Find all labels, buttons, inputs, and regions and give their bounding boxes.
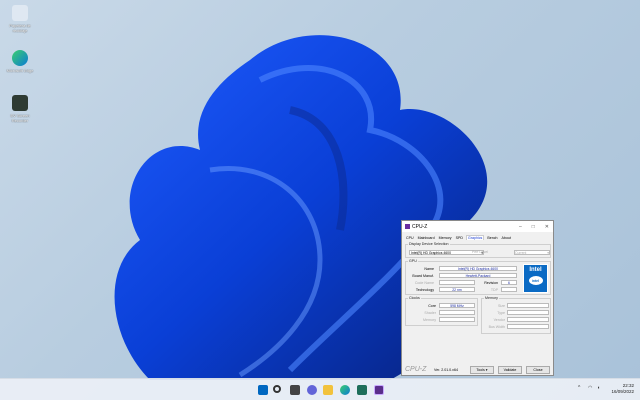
tab-bar: CPU Mainboard Memory SPD Graphics Bench … [402, 232, 553, 240]
board-field: Hewlett-Packard [439, 273, 517, 278]
wifi-icon[interactable]: ◠ [588, 385, 592, 391]
minimize-button[interactable]: – [519, 224, 522, 230]
gpu-name-field: Intel(R) HD Graphics 4600 [439, 266, 517, 271]
store-icon[interactable] [357, 385, 367, 395]
search-icon[interactable] [273, 385, 281, 393]
desktop-icon-recycle-bin[interactable]: Papelera de reciclaje [2, 5, 38, 33]
bus-width-field [507, 324, 549, 329]
display-selection-group: Display Device Selection Intel(R) HD Gra… [405, 242, 551, 258]
validate-button[interactable]: Validate [498, 366, 522, 374]
tab-memory[interactable]: Memory [438, 236, 453, 240]
task-view-icon[interactable] [290, 385, 300, 395]
cpuz-app-icon [405, 224, 410, 229]
tab-cpu[interactable]: CPU [405, 236, 415, 240]
memory-group: Memory Size Type Vendor Bus Width [481, 296, 551, 334]
memory-clock-field [439, 317, 475, 322]
cpuz-taskbar-icon[interactable] [374, 385, 384, 395]
desktop-icon-edge[interactable]: Microsoft Edge [2, 50, 38, 73]
clock[interactable]: 22:32 16/09/2022 [611, 383, 634, 395]
cpuz-brand: CPU-Z [405, 366, 427, 373]
perf-level-select[interactable]: Current ▾ [514, 250, 550, 255]
tab-bench[interactable]: Bench [486, 236, 498, 240]
edge-icon [12, 50, 28, 66]
file-explorer-icon[interactable] [323, 385, 333, 395]
gpu-group: GPU Name Intel(R) HD Graphics 4600 Board… [405, 259, 551, 295]
edge-taskbar-icon[interactable] [340, 385, 350, 395]
tab-graphics[interactable]: Graphics [465, 235, 485, 240]
revision-field: 6 [501, 280, 517, 285]
app-icon [12, 95, 28, 111]
title-bar: CPU-Z – □ ✕ [402, 221, 553, 232]
tab-spd[interactable]: SPD [455, 236, 464, 240]
core-clock-field: 598 MHz [439, 303, 475, 308]
tools-button[interactable]: Tools ▾ [470, 366, 494, 374]
taskbar: ^ ◠ ◖ 22:32 16/09/2022 [0, 378, 640, 400]
desktop-icon-app[interactable]: EV Screen Recorder [2, 95, 38, 123]
maximize-button[interactable]: □ [532, 224, 535, 230]
mem-vendor-field [507, 317, 549, 322]
intel-logo: Intel intel [523, 264, 548, 293]
clocks-group: Clocks Core 598 MHz Shader Memory [405, 296, 478, 326]
chevron-up-icon[interactable]: ^ [578, 385, 580, 391]
start-icon[interactable] [258, 385, 268, 395]
volume-icon[interactable]: ◖ [597, 385, 600, 391]
mem-type-field [507, 310, 549, 315]
recycle-bin-icon [12, 5, 28, 21]
close-button[interactable]: Close [526, 366, 550, 374]
tab-mainboard[interactable]: Mainboard [417, 236, 436, 240]
tab-about[interactable]: About [501, 236, 512, 240]
version-label: Ver. 2.01.0.x64 [434, 368, 458, 372]
mem-size-field [507, 303, 549, 308]
tdp-field [501, 287, 517, 292]
shader-clock-field [439, 310, 475, 315]
cpuz-window: CPU-Z – □ ✕ CPU Mainboard Memory SPD Graph… [401, 220, 554, 376]
close-window-button[interactable]: ✕ [545, 224, 549, 230]
chat-icon[interactable] [307, 385, 317, 395]
